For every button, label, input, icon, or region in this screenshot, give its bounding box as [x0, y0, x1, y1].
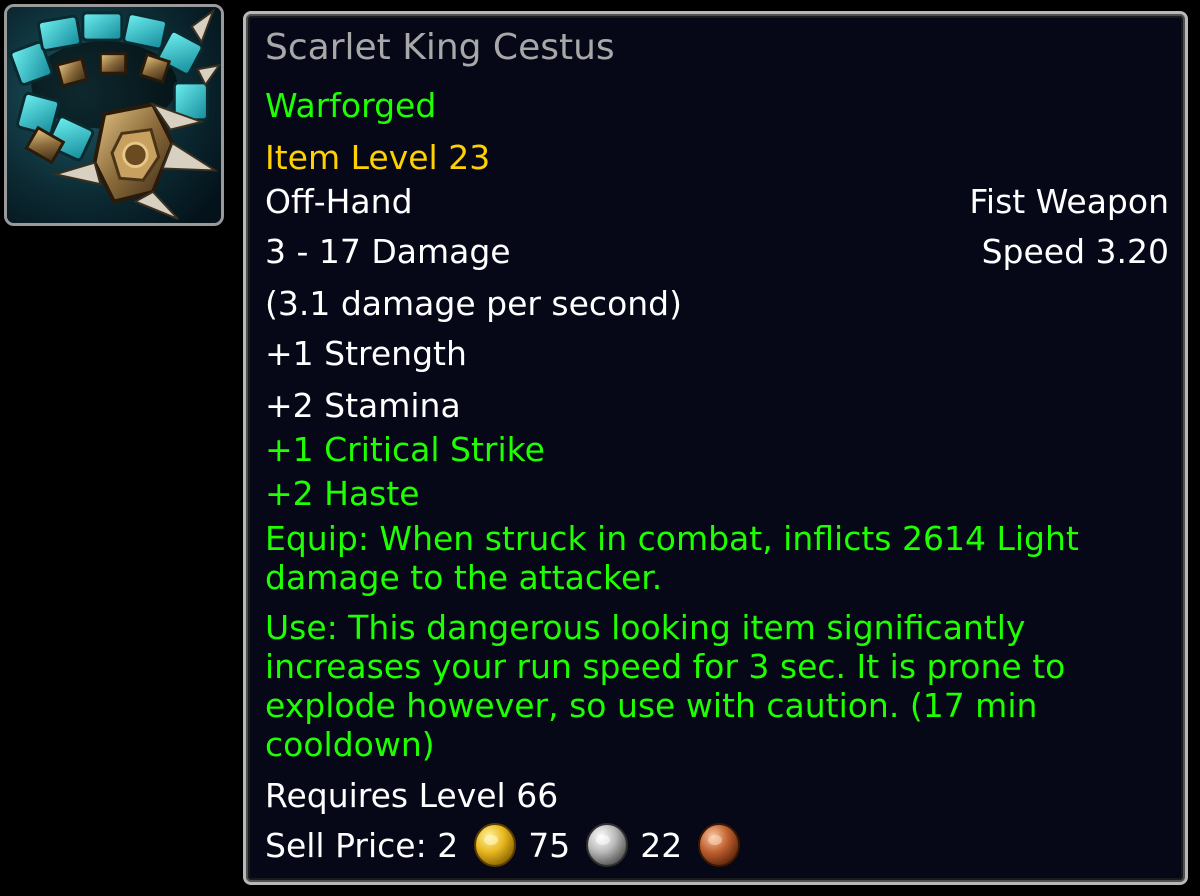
stat-haste: +2 Haste [265, 474, 420, 513]
gold-coin-icon [472, 822, 518, 868]
item-tier: Warforged [265, 86, 437, 125]
copper-coin-icon [696, 822, 742, 868]
item-level: Item Level 23 [265, 138, 491, 177]
weapon-type: Fist Weapon [969, 182, 1169, 221]
item-slot: Off-Hand [265, 182, 413, 221]
silver-coin-icon [584, 822, 630, 868]
weapon-dps: (3.1 damage per second) [265, 284, 682, 323]
stat-strength: +1 Strength [265, 334, 467, 373]
weapon-damage: 3 - 17 Damage [265, 232, 511, 271]
weapon-speed: Speed 3.20 [981, 232, 1169, 271]
item-tooltip: Scarlet King Cestus Warforged Item Level… [243, 11, 1188, 885]
use-effect: Use: This dangerous looking item signifi… [265, 608, 1066, 764]
stat-critical-strike: +1 Critical Strike [265, 430, 545, 469]
sell-gold-amount: 2 [437, 826, 459, 865]
sell-silver-amount: 75 [528, 826, 571, 865]
sell-price: Sell Price: 2 75 22 [265, 822, 752, 868]
stat-stamina: +2 Stamina [265, 386, 461, 425]
cestus-fist-weapon-icon [7, 7, 221, 223]
item-icon[interactable] [4, 4, 224, 226]
sell-price-label: Sell Price: [265, 826, 427, 865]
item-name: Scarlet King Cestus [265, 27, 615, 68]
sell-copper-amount: 22 [640, 826, 683, 865]
equip-effect: Equip: When struck in combat, inflicts 2… [265, 519, 1079, 597]
required-level: Requires Level 66 [265, 776, 559, 815]
